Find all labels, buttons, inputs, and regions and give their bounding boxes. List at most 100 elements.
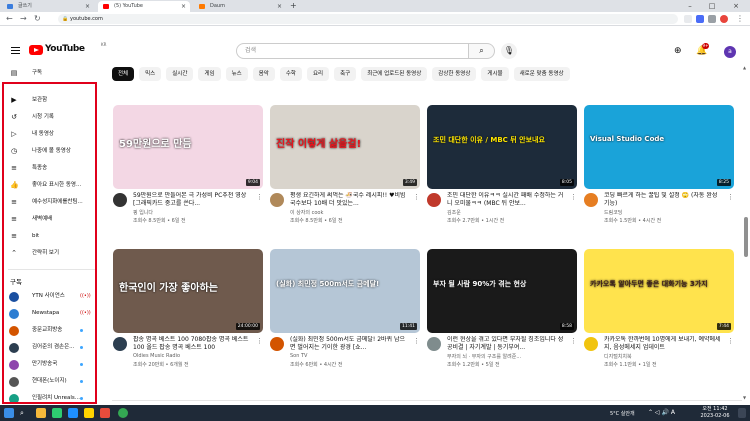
- forward-arrow-icon[interactable]: →: [20, 13, 27, 25]
- close-tab-icon[interactable]: ×: [85, 1, 90, 12]
- more-actions-icon[interactable]: ⋮: [256, 337, 263, 345]
- channel-avatar[interactable]: [113, 337, 127, 351]
- video-title[interactable]: 59만원으로 만들어본 극 가성비 PC추천 영상 [그래픽카드 중고를 쓴다.…: [133, 192, 253, 208]
- channel-avatar[interactable]: [427, 193, 441, 207]
- filter-chip[interactable]: 뉴스: [225, 67, 248, 81]
- close-tab-icon[interactable]: ×: [181, 1, 186, 12]
- more-actions-icon[interactable]: ⋮: [570, 337, 577, 345]
- more-actions-icon[interactable]: ⋮: [570, 193, 577, 201]
- youtube-header: YouTube KR 검색 ⌕ 🎙 ⊕ 🔔 9+ a: [0, 27, 750, 63]
- filter-chip[interactable]: 전체: [112, 67, 135, 81]
- address-bar[interactable]: 🔒 youtube.com: [58, 14, 678, 24]
- minimize-window-icon[interactable]: –: [682, 0, 698, 12]
- video-title[interactable]: 평생 요긴하게 써먹는 🍜국수 레시피!! ♥비빔국수보다 10배 더 맛있는.…: [290, 192, 410, 208]
- channel-name[interactable]: 핑 입니다: [133, 209, 258, 216]
- channel-name[interactable]: 드림코딩: [604, 209, 729, 216]
- channel-avatar[interactable]: [584, 337, 598, 351]
- filter-chip[interactable]: 최근에 업로드된 동영상: [361, 67, 428, 81]
- url-text: youtube.com: [70, 16, 103, 22]
- hamburger-menu-icon[interactable]: [11, 47, 20, 56]
- channel-name[interactable]: 김조운: [447, 209, 572, 216]
- filter-chip[interactable]: 축구: [334, 67, 357, 81]
- taskbar-app-icon[interactable]: [52, 408, 62, 418]
- close-tab-icon[interactable]: ×: [277, 1, 282, 12]
- search-input[interactable]: 검색: [236, 43, 469, 59]
- video-thumbnail[interactable]: Visual Studio Code 8:25: [584, 105, 734, 189]
- taskbar-app-icon[interactable]: [68, 408, 78, 418]
- video-title[interactable]: 팝송 명곡 베스트 100 7080팝송 명곡 베스트 100 올드 팝송 명곡…: [133, 336, 253, 352]
- notification-center-icon[interactable]: [738, 408, 746, 418]
- video-thumbnail[interactable]: (실화) 최민정 500m서도 금메달! 11:41: [270, 249, 420, 333]
- browser-tab[interactable]: 글쓰기 ×: [2, 1, 94, 12]
- video-thumbnail[interactable]: 진작 이렇게 삶을걸! 3:49: [270, 105, 420, 189]
- thumbnail-caption: 한국인이 가장 좋아하는: [119, 283, 218, 294]
- filter-chip[interactable]: 게임: [198, 67, 221, 81]
- page-scrollbar-thumb[interactable]: [744, 217, 748, 257]
- filter-chip[interactable]: 새로운 맞춤 동영상: [513, 67, 570, 81]
- share-icon[interactable]: [684, 15, 692, 23]
- filter-chip[interactable]: 믹스: [139, 67, 162, 81]
- video-title[interactable]: 코딩 빠르게 하는 꿀팁 및 설정 🙄 (자동 완성 기능): [604, 192, 724, 208]
- filter-chip[interactable]: 감상한 동영상: [432, 67, 477, 81]
- browser-tab[interactable]: Daum ×: [194, 1, 286, 12]
- channel-name[interactable]: 이 상자의 cook: [290, 209, 415, 216]
- sidebar-item-subscriptions[interactable]: ▤ 구독: [0, 65, 100, 82]
- video-thumbnail[interactable]: 한국인이 가장 좋아하는 24:00:00: [113, 249, 263, 333]
- taskbar-clock[interactable]: 오전 11:42 2023-02-06: [698, 406, 732, 420]
- browser-menu-icon[interactable]: ⋮: [736, 13, 744, 25]
- reload-icon[interactable]: ↻: [34, 13, 41, 25]
- scroll-down-arrow-icon[interactable]: ▼: [743, 395, 746, 400]
- filter-chip[interactable]: 수학: [279, 67, 302, 81]
- video-thumbnail[interactable]: 조민 대단한 이유 / MBC 뒤 안보내요 8:05: [427, 105, 577, 189]
- channel-name[interactable]: Son TV: [290, 353, 415, 359]
- taskbar-app-icon[interactable]: [100, 408, 110, 418]
- video-title[interactable]: (실화) 최민정 500m서도 금메달! 2바퀴 남으면 벌어지는 기이한 광경…: [290, 336, 410, 352]
- create-video-icon[interactable]: ⊕: [674, 46, 682, 56]
- puzzle-icon[interactable]: [708, 15, 716, 23]
- more-actions-icon[interactable]: ⋮: [256, 193, 263, 201]
- video-meta: 조회수 20만회 • 6개월 전: [133, 362, 189, 368]
- back-arrow-icon[interactable]: ←: [6, 13, 13, 25]
- new-tab-button[interactable]: +: [290, 0, 297, 12]
- channel-name[interactable]: 부자의 뇌 · 부자의 구조를 알려준...: [447, 353, 572, 360]
- video-thumbnail[interactable]: 59만원으로 만듬 9:04: [113, 105, 263, 189]
- more-actions-icon[interactable]: ⋮: [413, 193, 420, 201]
- kakaotalk-icon[interactable]: [84, 408, 94, 418]
- voice-search-button[interactable]: 🎙: [501, 43, 517, 59]
- clock-date: 2023-02-06: [700, 413, 730, 419]
- taskbar-search-icon[interactable]: ⌕: [20, 409, 24, 418]
- file-explorer-icon[interactable]: [36, 408, 46, 418]
- video-title[interactable]: 카카오톡 한까번에 10명에게 보내기, 예약메세지, 음성메세지 업데이트: [604, 336, 724, 352]
- channel-avatar[interactable]: [270, 337, 284, 351]
- browser-tab-active[interactable]: (5) YouTube ×: [98, 1, 190, 12]
- filter-chip[interactable]: 실시간: [166, 67, 194, 81]
- channel-avatar[interactable]: [584, 193, 598, 207]
- account-avatar[interactable]: a: [724, 46, 736, 58]
- system-tray-icons[interactable]: ⌃ ◁ 🔊 A: [648, 409, 675, 416]
- more-actions-icon[interactable]: ⋮: [727, 337, 734, 345]
- filter-chip[interactable]: 요리: [306, 67, 330, 81]
- video-thumbnail[interactable]: 부자 될 사람 90%가 겪는 현상 8:58: [427, 249, 577, 333]
- channel-avatar[interactable]: [113, 193, 127, 207]
- scroll-up-arrow-icon[interactable]: ▲: [743, 65, 746, 70]
- filter-chip[interactable]: 게시물: [481, 67, 509, 81]
- channel-name[interactable]: 디지털치치북: [604, 353, 729, 360]
- extension-icon[interactable]: [696, 15, 704, 23]
- channel-avatar[interactable]: [427, 337, 441, 351]
- close-window-icon[interactable]: ×: [728, 0, 744, 12]
- filter-chip[interactable]: 음악: [252, 67, 275, 81]
- thumbnail-caption: 카카오톡 알아두면 좋은 대화기능 3가지: [590, 280, 708, 288]
- chrome-icon[interactable]: [118, 408, 128, 418]
- weather-widget[interactable]: 5°C 실안개: [610, 410, 635, 417]
- more-actions-icon[interactable]: ⋮: [413, 337, 420, 345]
- windows-start-icon[interactable]: [4, 408, 14, 418]
- maximize-window-icon[interactable]: □: [704, 0, 720, 12]
- channel-avatar[interactable]: [270, 193, 284, 207]
- channel-name[interactable]: Oldies Music Radio: [133, 353, 258, 359]
- profile-icon[interactable]: [720, 15, 728, 23]
- more-actions-icon[interactable]: ⋮: [727, 193, 734, 201]
- video-thumbnail[interactable]: 카카오톡 알아두면 좋은 대화기능 3가지 7:44: [584, 249, 734, 333]
- search-button[interactable]: ⌕: [469, 43, 495, 59]
- video-title[interactable]: 이런 현상을 겪고 있다면 부자될 징조입니다 성공비결 | 자기계발 | 동기…: [447, 336, 567, 352]
- video-title[interactable]: 조민 대단한 이유ㅋㅋ 실시간 패배 수정하는 거니 오미물ㅋㅋ (MBC 뒤 …: [447, 192, 567, 208]
